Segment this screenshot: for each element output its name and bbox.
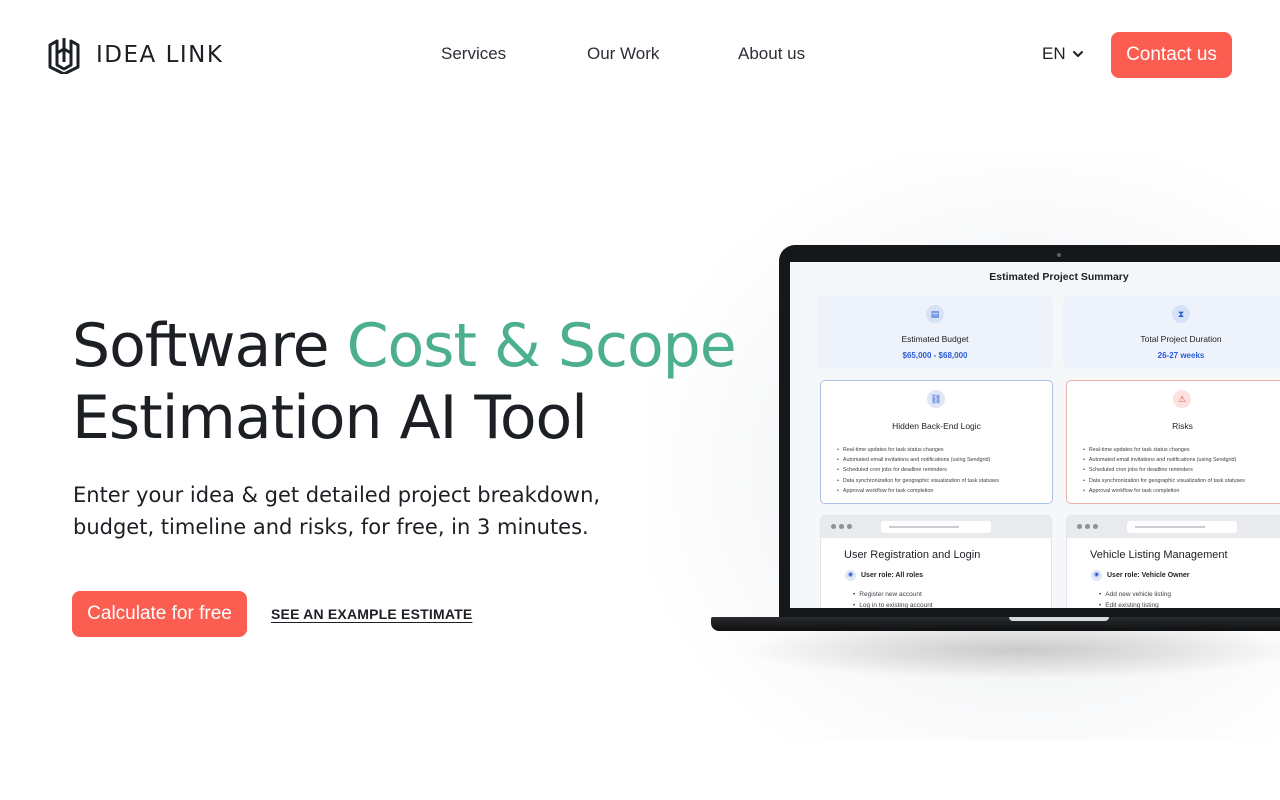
laptop-base [711, 617, 1280, 631]
example-estimate-link[interactable]: SEE AN EXAMPLE ESTIMATE [271, 606, 472, 622]
list-item: Approval workflow for task completion [1083, 486, 1245, 496]
nav-about-us[interactable]: About us [738, 44, 805, 64]
hero-subtitle: Enter your idea & get detailed project b… [73, 483, 601, 539]
duration-label: Total Project Duration [1140, 334, 1222, 344]
hero-title-accent: Cost & Scope [346, 311, 737, 381]
module2-title: Vehicle Listing Management [1090, 549, 1228, 561]
hero-title: Software Cost & Scope Estimation AI Tool [72, 310, 737, 454]
list-item: Register new account [853, 589, 933, 600]
risks-title: Risks [1172, 421, 1193, 431]
risks-list: Real-time updates for task status change… [1083, 445, 1245, 496]
list-item: Real-time updates for task status change… [837, 445, 999, 455]
module1-role: ◉ User role: All roles [845, 570, 923, 581]
laptop-notch [1009, 617, 1109, 621]
list-item: Data synchronization for geographic visu… [837, 476, 999, 486]
warning-icon: ⚠ [1173, 390, 1191, 408]
site-header: IDEA LINK Services Our Work About us EN … [0, 0, 1280, 110]
hourglass-icon: ⧗ [1172, 305, 1190, 323]
window-bar [1067, 516, 1280, 538]
hero-title-part1: Software [72, 311, 347, 381]
chevron-down-icon [1072, 51, 1083, 57]
calculate-button[interactable]: Calculate for free [72, 591, 247, 637]
logic-icon: ⛓ [927, 390, 945, 408]
duration-card: ⧗ Total Project Duration 26-27 weeks [1063, 296, 1280, 368]
budget-value: $65,000 - $68,000 [902, 351, 968, 360]
laptop-camera [1057, 253, 1061, 257]
address-bar [1127, 521, 1237, 533]
module2-role: ◉ User role: Vehicle Owner [1091, 570, 1189, 581]
module1-role-label: User role: All roles [861, 572, 923, 579]
user-icon: ◉ [1091, 570, 1102, 581]
backend-title: Hidden Back-End Logic [892, 421, 981, 431]
nav-our-work[interactable]: Our Work [587, 44, 659, 64]
nav-services[interactable]: Services [441, 44, 506, 64]
laptop-screen: Estimated Project Summary ▤ Estimated Bu… [790, 262, 1280, 608]
list-item: Log in to existing account [853, 600, 932, 608]
budget-label: Estimated Budget [901, 334, 969, 344]
duration-value: 26-27 weeks [1157, 351, 1205, 360]
user-icon: ◉ [845, 570, 856, 581]
module2-list: Add new vehicle listing Edit existing li… [1099, 589, 1171, 608]
module-card-registration: User Registration and Login ◉ User role:… [820, 515, 1052, 608]
hero-title-part2: Estimation AI Tool [72, 383, 588, 453]
list-item: Edit existing listing [1099, 600, 1171, 608]
list-item: Scheduled cron jobs for deadline reminde… [837, 465, 999, 475]
list-item: Approval workflow for task completion [837, 486, 999, 496]
budget-card: ▤ Estimated Budget $65,000 - $68,000 [817, 296, 1053, 368]
window-dots [1077, 524, 1098, 529]
list-item: Automated email invitations and notifica… [837, 455, 999, 465]
main-nav: Services Our Work About us [0, 44, 1280, 68]
list-item: Automated email invitations and notifica… [1083, 455, 1245, 465]
window-bar [821, 516, 1051, 538]
window-dots [831, 524, 852, 529]
module1-list: Register new account Log in to existing … [853, 589, 933, 608]
language-selector[interactable]: EN [1042, 44, 1084, 64]
module2-role-label: User role: Vehicle Owner [1107, 572, 1190, 579]
module1-title: User Registration and Login [844, 549, 981, 561]
preview-title: Estimated Project Summary [989, 271, 1129, 283]
backend-logic-card: ⛓ Hidden Back-End Logic Real-time update… [820, 380, 1053, 504]
list-item: Real-time updates for task status change… [1083, 445, 1245, 455]
budget-icon: ▤ [926, 305, 944, 323]
module-card-vehicle: Vehicle Listing Management ◉ User role: … [1066, 515, 1280, 608]
contact-us-button[interactable]: Contact us [1111, 32, 1232, 78]
list-item: Data synchronization for geographic visu… [1083, 476, 1245, 486]
list-item: Add new vehicle listing [1099, 589, 1171, 600]
list-item: Scheduled cron jobs for deadline reminde… [1083, 465, 1245, 475]
backend-list: Real-time updates for task status change… [837, 445, 999, 496]
address-bar [881, 521, 991, 533]
language-label: EN [1042, 44, 1066, 63]
risks-card: ⚠ Risks Real-time updates for task statu… [1066, 380, 1280, 504]
